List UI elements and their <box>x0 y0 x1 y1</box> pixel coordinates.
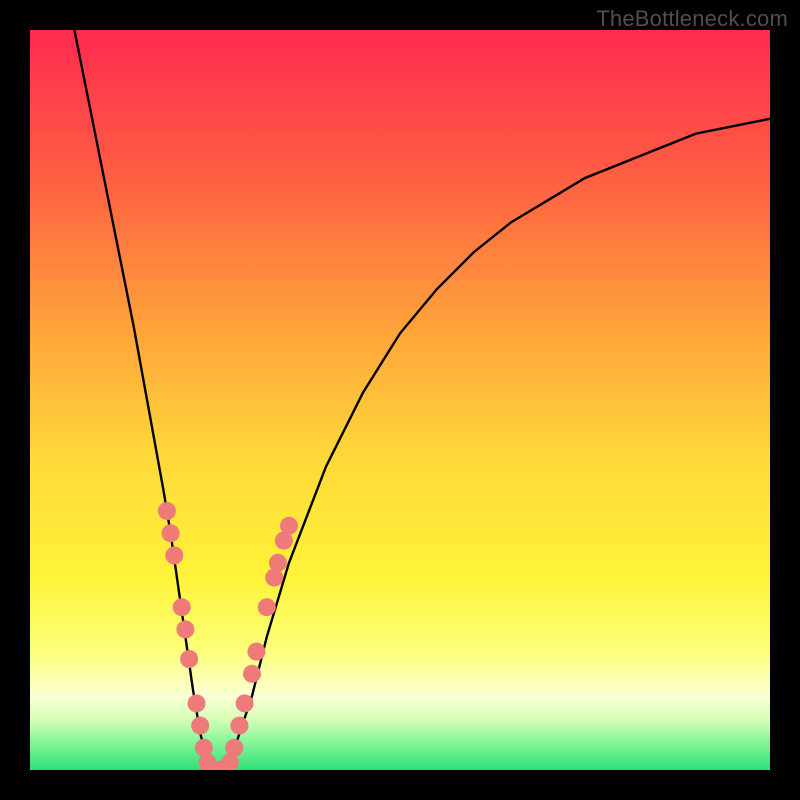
marker-dot <box>230 717 248 735</box>
marker-dot <box>236 694 254 712</box>
marker-dot <box>243 665 261 683</box>
chart-frame: TheBottleneck.com <box>0 0 800 800</box>
plot-area <box>30 30 770 770</box>
watermark-text: TheBottleneck.com <box>596 6 788 32</box>
marker-dot <box>162 524 180 542</box>
marker-dot <box>173 598 191 616</box>
marker-dot <box>247 643 265 661</box>
marker-dot <box>165 546 183 564</box>
marker-dot <box>258 598 276 616</box>
marker-dot <box>158 502 176 520</box>
marker-dot <box>191 717 209 735</box>
highlight-markers <box>158 502 298 770</box>
bottleneck-curve <box>74 30 770 770</box>
marker-dot <box>269 554 287 572</box>
marker-dot <box>188 694 206 712</box>
marker-dot <box>176 620 194 638</box>
marker-dot <box>280 517 298 535</box>
marker-dot <box>225 739 243 757</box>
marker-dot <box>180 650 198 668</box>
curve-layer <box>30 30 770 770</box>
